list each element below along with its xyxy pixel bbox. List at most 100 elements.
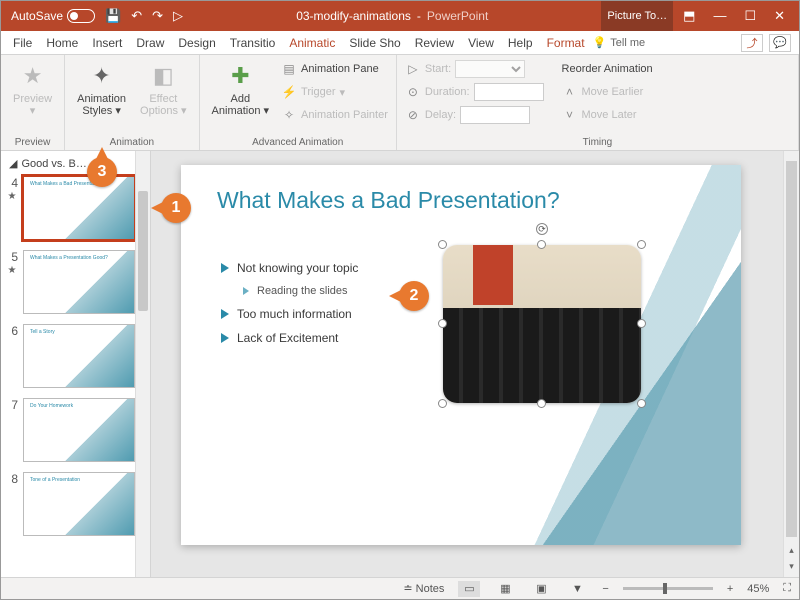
callout-2: 2 xyxy=(399,281,429,311)
notes-button[interactable]: ≐ Notes xyxy=(403,582,444,595)
reading-view-button[interactable]: ▣ xyxy=(530,581,552,597)
slide-title[interactable]: What Makes a Bad Presentation? xyxy=(217,187,560,214)
slide-thumbnail[interactable]: Tell a Story xyxy=(23,324,135,388)
editor-scrollbar[interactable]: ▴ ▾ xyxy=(783,151,799,577)
share-button[interactable]: ⤴ xyxy=(741,34,763,52)
start-slideshow-icon[interactable]: ▷ xyxy=(173,8,183,24)
comments-button[interactable]: 💬 xyxy=(769,34,791,52)
zoom-in-button[interactable]: + xyxy=(727,583,733,595)
move-later-button[interactable]: ˅Move Later xyxy=(562,105,653,125)
tab-animations[interactable]: Animatic xyxy=(283,33,341,53)
thumbnail-scrollbar[interactable] xyxy=(135,151,150,577)
thumbnail-slide-4[interactable]: 4★ What Makes a Bad Presentation? xyxy=(5,176,150,240)
resize-handle[interactable] xyxy=(438,399,447,408)
thumbnail-slide-6[interactable]: 6Tell a Story xyxy=(5,324,150,388)
tab-slideshow[interactable]: Slide Sho xyxy=(343,33,406,53)
tab-file[interactable]: File xyxy=(7,33,38,53)
maximize-button[interactable]: ☐ xyxy=(744,8,756,24)
section-header[interactable]: ◢ Good vs. B… xyxy=(5,155,150,172)
delay-input[interactable] xyxy=(460,106,530,124)
slide-bullet-list[interactable]: Not knowing your topic Reading the slides… xyxy=(221,251,358,355)
tab-draw[interactable]: Draw xyxy=(130,33,170,53)
bullet-item[interactable]: Too much information xyxy=(221,307,358,321)
slide-editor[interactable]: What Makes a Bad Presentation? Not knowi… xyxy=(151,151,799,577)
callout-1: 1 xyxy=(161,193,191,223)
animation-styles-icon: ✦ xyxy=(87,61,117,91)
fit-window-button[interactable]: ⛶ xyxy=(783,582,791,595)
slide-number: 4 xyxy=(6,176,18,190)
resize-handle[interactable] xyxy=(637,319,646,328)
autosave-toggle[interactable] xyxy=(67,9,95,23)
slide-thumbnail[interactable]: Tone of a Presentation xyxy=(23,472,135,536)
add-animation-button[interactable]: ✚ Add Animation ▾ xyxy=(208,59,274,125)
tab-format[interactable]: Format xyxy=(541,33,591,53)
document-title: 03-modify-animations xyxy=(296,9,411,23)
zoom-slider[interactable] xyxy=(623,587,713,590)
ribbon-options-icon[interactable]: ⬒ xyxy=(683,8,695,24)
slide-thumbnail[interactable]: Do Your Homework xyxy=(23,398,135,462)
tab-review[interactable]: Review xyxy=(409,33,460,53)
up-icon: ˄ xyxy=(562,84,578,100)
selected-image[interactable]: ⟳ xyxy=(443,245,641,403)
bullet-item[interactable]: Reading the slides xyxy=(243,285,358,297)
tab-view[interactable]: View xyxy=(462,33,500,53)
bullet-icon xyxy=(243,287,249,295)
close-button[interactable]: ✕ xyxy=(774,8,785,24)
preview-button[interactable]: ★ Preview▾ xyxy=(9,59,56,119)
slideshow-view-button[interactable]: ▼ xyxy=(566,581,588,597)
delay-icon: ⊘ xyxy=(405,107,421,123)
animation-styles-button[interactable]: ✦ Animation Styles ▾ xyxy=(73,59,130,119)
tab-design[interactable]: Design xyxy=(172,33,221,53)
undo-icon[interactable]: ↶ xyxy=(131,8,142,24)
collapse-icon: ◢ xyxy=(9,157,17,170)
start-icon: ▷ xyxy=(405,61,421,77)
slide-canvas[interactable]: What Makes a Bad Presentation? Not knowi… xyxy=(181,165,741,545)
zoom-level[interactable]: 45% xyxy=(747,583,769,595)
tell-me-search[interactable]: 💡 Tell me xyxy=(593,36,646,49)
bullet-item[interactable]: Lack of Excitement xyxy=(221,331,358,345)
tab-transitions[interactable]: Transitio xyxy=(224,33,282,53)
effect-options-button[interactable]: ◧ Effect Options ▾ xyxy=(136,59,191,119)
normal-view-button[interactable]: ▭ xyxy=(458,581,480,597)
save-icon[interactable]: 💾 xyxy=(105,8,121,24)
resize-handle[interactable] xyxy=(438,319,447,328)
ribbon: ★ Preview▾ Preview ✦ Animation Styles ▾ … xyxy=(1,55,799,151)
reorder-label: Reorder Animation xyxy=(562,63,653,75)
redo-icon[interactable]: ↷ xyxy=(152,8,163,24)
title-bar: AutoSave 💾 ↶ ↷ ▷ 03-modify-animations - … xyxy=(1,1,799,31)
rotate-handle[interactable]: ⟳ xyxy=(536,223,548,235)
duration-input[interactable] xyxy=(474,83,544,101)
thumbnail-slide-7[interactable]: 7Do Your Homework xyxy=(5,398,150,462)
group-preview: ★ Preview▾ Preview xyxy=(1,55,65,150)
trigger-button[interactable]: ⚡Trigger ▾ xyxy=(281,82,388,102)
animation-indicator-icon: ★ xyxy=(8,191,17,202)
resize-handle[interactable] xyxy=(537,240,546,249)
resize-handle[interactable] xyxy=(637,240,646,249)
thumbnail-slide-8[interactable]: 8Tone of a Presentation xyxy=(5,472,150,536)
autosave-label: AutoSave xyxy=(11,9,63,23)
start-select[interactable] xyxy=(455,60,525,78)
slide-thumbnail[interactable]: What Makes a Presentation Good? xyxy=(23,250,135,314)
preview-icon: ★ xyxy=(18,61,48,91)
group-animation: ✦ Animation Styles ▾ ◧ Effect Options ▾ … xyxy=(65,55,199,150)
thumbnail-slide-5[interactable]: 5★What Makes a Presentation Good? xyxy=(5,250,150,314)
resize-handle[interactable] xyxy=(438,240,447,249)
status-bar: ≐ Notes ▭ ▦ ▣ ▼ − + 45% ⛶ xyxy=(1,577,799,599)
painter-icon: ✧ xyxy=(281,107,297,123)
tab-insert[interactable]: Insert xyxy=(86,33,128,53)
minimize-button[interactable]: — xyxy=(713,8,726,24)
tab-home[interactable]: Home xyxy=(40,33,84,53)
resize-handle[interactable] xyxy=(637,399,646,408)
duration-icon: ⊙ xyxy=(405,84,421,100)
animation-painter-button[interactable]: ✧Animation Painter xyxy=(281,105,388,125)
tab-help[interactable]: Help xyxy=(502,33,539,53)
resize-handle[interactable] xyxy=(537,399,546,408)
bullet-item[interactable]: Not knowing your topic xyxy=(221,261,358,275)
zoom-out-button[interactable]: − xyxy=(602,583,608,595)
slide-thumbnail[interactable]: What Makes a Bad Presentation? xyxy=(23,176,135,240)
move-earlier-button[interactable]: ˄Move Earlier xyxy=(562,82,653,102)
context-tab-picture-tools: Picture To… xyxy=(601,1,673,31)
animation-pane-button[interactable]: ▤Animation Pane xyxy=(281,59,388,79)
quick-access-toolbar: 💾 ↶ ↷ ▷ xyxy=(105,8,183,24)
sorter-view-button[interactable]: ▦ xyxy=(494,581,516,597)
